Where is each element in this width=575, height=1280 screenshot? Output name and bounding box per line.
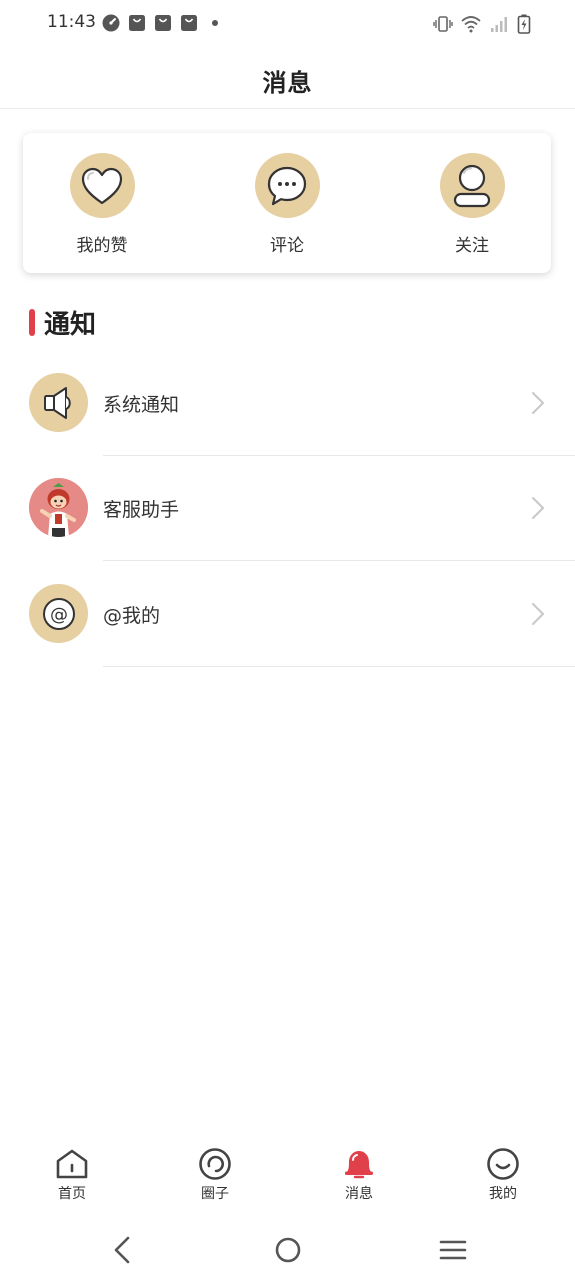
notification-item-mentions[interactable]: @ @我的 — [0, 563, 575, 667]
notification-item-customer-service[interactable]: 客服助手 — [0, 457, 575, 561]
comments-label: 评论 — [270, 236, 304, 256]
shopping-bag-icon — [129, 15, 145, 31]
back-icon[interactable] — [110, 1235, 134, 1265]
at-sign-icon-badge: @ — [29, 584, 88, 643]
notification-item-system[interactable]: 系统通知 — [0, 352, 575, 456]
speaker-icon-badge — [29, 373, 88, 432]
tab-label: 首页 — [58, 1186, 86, 1202]
circle-refresh-icon — [199, 1148, 231, 1180]
chevron-right-icon — [532, 497, 544, 519]
notifications-section-heading: 通知 — [29, 304, 96, 341]
service-mascot-avatar — [29, 478, 88, 537]
tab-me[interactable]: 我的 — [458, 1148, 548, 1203]
comment-icon-badge — [254, 153, 320, 218]
list-divider — [103, 560, 575, 561]
menu-icon[interactable] — [438, 1235, 468, 1265]
status-time: 11:43 — [47, 12, 96, 32]
speedometer-icon — [102, 14, 120, 32]
list-divider — [103, 455, 575, 456]
notification-label: 客服助手 — [103, 499, 180, 521]
tab-label: 消息 — [345, 1186, 373, 1202]
status-bar: 11:43 — [0, 0, 575, 48]
my-likes-button[interactable]: 我的赞 — [42, 153, 162, 256]
user-icon — [453, 164, 491, 207]
chevron-right-icon — [532, 392, 544, 414]
notification-label: @我的 — [103, 605, 161, 627]
notification-label: 系统通知 — [103, 394, 180, 416]
vibrate-icon — [433, 16, 453, 32]
wifi-icon — [461, 16, 481, 33]
comment-bubble-icon — [267, 166, 307, 205]
bell-icon — [345, 1151, 373, 1179]
bottom-tab-bar: 首页 圈子 消息 我的 — [0, 1142, 575, 1212]
dot-icon — [212, 20, 218, 26]
shopping-bag-icon — [155, 15, 171, 31]
page-title: 消息 — [262, 68, 313, 97]
at-sign-icon: @ — [42, 597, 75, 630]
user-icon-badge — [439, 153, 505, 218]
tab-home[interactable]: 首页 — [27, 1148, 117, 1203]
my-likes-label: 我的赞 — [76, 236, 128, 256]
follow-label: 关注 — [455, 236, 489, 256]
comments-button[interactable]: 评论 — [227, 153, 347, 256]
follow-button[interactable]: 关注 — [412, 153, 532, 256]
mascot-avatar-icon — [29, 478, 88, 537]
status-system-icons — [433, 14, 531, 34]
smile-face-icon — [487, 1148, 519, 1180]
heart-icon — [81, 167, 123, 204]
top-header: 消息 — [0, 52, 575, 109]
home-icon — [56, 1149, 88, 1179]
battery-charging-icon — [517, 14, 531, 34]
speaker-icon — [43, 386, 71, 419]
tab-circle[interactable]: 圈子 — [170, 1148, 260, 1203]
shopping-bag-icon — [181, 15, 197, 31]
section-title: 通知 — [44, 310, 97, 340]
chevron-right-icon — [532, 603, 544, 625]
signal-icon — [491, 17, 507, 32]
home-circle-icon[interactable] — [273, 1235, 303, 1265]
tab-label: 圈子 — [201, 1186, 229, 1202]
tab-messages[interactable]: 消息 — [314, 1148, 404, 1203]
system-navigation-bar — [0, 1222, 575, 1280]
status-notification-icons — [102, 14, 224, 32]
section-accent-bar — [29, 309, 35, 336]
list-divider — [103, 666, 575, 667]
svg-text:@: @ — [50, 604, 68, 625]
messages-screen: 11:43 消息 我的赞 评论 关注 通知 系统通知 客服助手 @ @我的 首页… — [0, 0, 575, 1280]
quick-actions-card: 我的赞 评论 关注 — [23, 133, 551, 273]
heart-icon-badge — [69, 153, 135, 218]
tab-label: 我的 — [489, 1186, 517, 1202]
